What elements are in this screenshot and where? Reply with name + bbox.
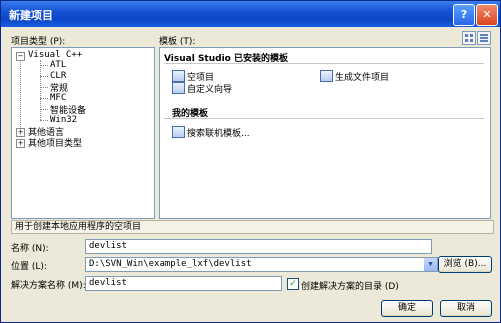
- makefile-template-icon: [320, 70, 333, 82]
- location-label: 位置 (L):: [11, 262, 47, 272]
- new-project-dialog: 新建项目 ? ✕ 项目类型 (P): 模板 (T): − Visual C++ …: [0, 0, 501, 323]
- expand-icon[interactable]: +: [16, 128, 25, 137]
- location-value: D:\SVN_Win\example_lxf\devlist: [89, 259, 252, 269]
- project-types-tree[interactable]: − Visual C++ ATL CLR 常规 MFC 智能设备 Win32 +…: [11, 47, 155, 219]
- solution-name-input[interactable]: devlist: [85, 276, 282, 291]
- location-combobox[interactable]: D:\SVN_Win\example_lxf\devlist ▼: [85, 257, 438, 272]
- name-input[interactable]: devlist: [85, 239, 432, 254]
- template-description: 用于创建本地应用程序的空项目: [11, 220, 494, 234]
- tree-item-clr[interactable]: CLR: [50, 71, 66, 81]
- browse-button[interactable]: 浏览 (B)...: [438, 256, 492, 273]
- tree-item-win32[interactable]: Win32: [50, 115, 77, 125]
- tree-item-atl[interactable]: ATL: [50, 60, 66, 70]
- tree-item-mfc[interactable]: MFC: [50, 93, 66, 103]
- cancel-button[interactable]: 取消: [440, 300, 492, 317]
- ok-button[interactable]: 确定: [381, 300, 433, 317]
- template-custom-wizard[interactable]: 自定义向导: [172, 82, 232, 95]
- templates-list[interactable]: Visual Studio 已安装的模板 空项目 自定义向导 生成文件项目 我的…: [159, 47, 491, 219]
- tree-item-other-project-types[interactable]: 其他项目类型: [28, 136, 82, 149]
- create-directory-label[interactable]: 创建解决方案的目录 (D): [301, 279, 399, 292]
- project-types-label: 项目类型 (P):: [11, 37, 66, 47]
- project-template-icon: [172, 70, 185, 82]
- search-online-icon: [172, 126, 185, 138]
- expand-icon[interactable]: +: [16, 139, 25, 148]
- wizard-template-icon: [172, 82, 185, 94]
- templates-label: 模板 (T):: [159, 37, 196, 47]
- create-directory-checkbox[interactable]: ✓: [287, 278, 299, 290]
- search-online-templates[interactable]: 搜索联机模板...: [172, 126, 250, 139]
- help-button[interactable]: ?: [453, 4, 475, 26]
- large-icons-view-button[interactable]: [462, 31, 476, 45]
- dialog-title: 新建项目: [9, 9, 53, 22]
- small-icons-view-button[interactable]: [477, 31, 491, 45]
- name-label: 名称 (N):: [11, 244, 49, 254]
- template-makefile-project[interactable]: 生成文件项目: [320, 70, 389, 83]
- chevron-down-icon[interactable]: ▼: [424, 258, 437, 271]
- solution-name-label: 解决方案名称 (M):: [11, 281, 86, 291]
- collapse-icon[interactable]: −: [16, 52, 25, 61]
- close-button[interactable]: ✕: [476, 4, 498, 26]
- tree-item-visual-cpp[interactable]: Visual C++: [28, 50, 82, 60]
- title-bar[interactable]: 新建项目 ? ✕: [1, 1, 500, 27]
